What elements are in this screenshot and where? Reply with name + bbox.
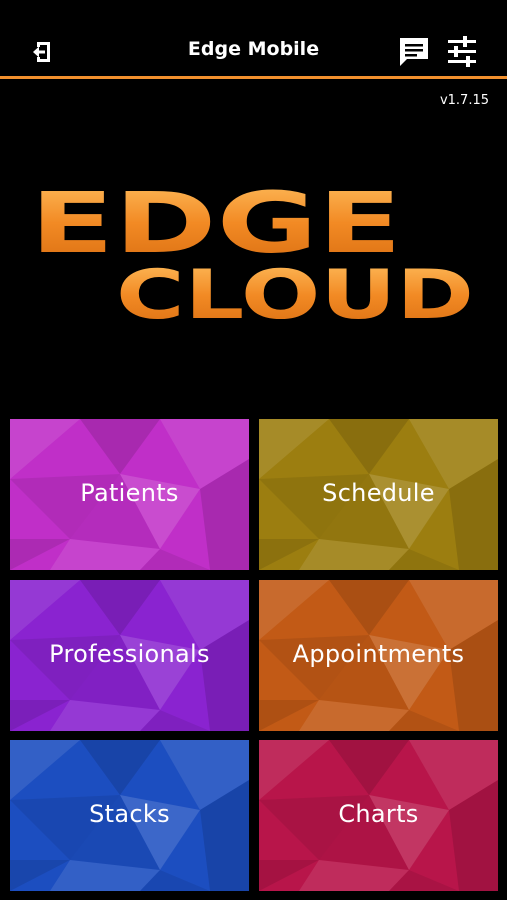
tile-label: Schedule [322, 479, 435, 507]
chat-icon [400, 38, 428, 66]
tile-label: Patients [80, 479, 179, 507]
tile-label: Professionals [49, 640, 210, 668]
messages-button[interactable] [396, 34, 432, 70]
tile-charts[interactable]: Charts [259, 740, 498, 891]
tile-schedule[interactable]: Schedule [259, 419, 498, 570]
settings-button[interactable] [444, 34, 480, 70]
tile-patients[interactable]: Patients [10, 419, 249, 570]
sliders-icon [448, 36, 476, 67]
header-divider [0, 76, 507, 79]
svg-text:CLOUD: CLOUD [116, 256, 474, 320]
top-bar: Edge Mobile [0, 0, 507, 76]
tile-label: Appointments [292, 640, 465, 668]
tile-appointments[interactable]: Appointments [259, 580, 498, 731]
tile-label: Stacks [89, 800, 170, 828]
tile-professionals[interactable]: Professionals [10, 580, 249, 731]
tile-label: Charts [338, 800, 419, 828]
edge-cloud-logo: EDGE CLOUD [30, 180, 474, 320]
tile-stacks[interactable]: Stacks [10, 740, 249, 891]
version-label: v1.7.15 [439, 93, 489, 108]
menu-grid: Patients Schedule Professionals Appointm… [10, 419, 498, 891]
app-screen: Edge Mobile v1.7.15 EDGE CLOUD Patients … [0, 0, 507, 900]
